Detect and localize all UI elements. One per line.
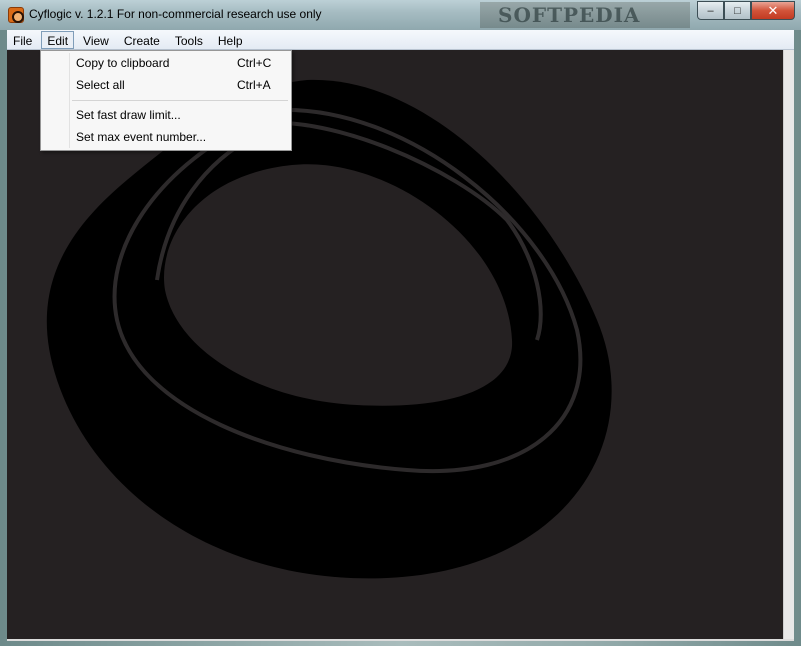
menu-item-copy-to-clipboard[interactable]: Copy to clipboard Ctrl+C — [43, 52, 289, 74]
softpedia-watermark: SOFTPEDIA — [480, 2, 690, 28]
menu-view[interactable]: View — [77, 31, 115, 49]
app-window: Cyflogic v. 1.2.1 For non-commercial res… — [0, 0, 801, 646]
menu-file[interactable]: File — [7, 31, 38, 49]
minimize-button[interactable]: – — [697, 1, 724, 20]
menu-item-shortcut: Ctrl+A — [237, 78, 271, 92]
menu-item-label: Set fast draw limit... — [76, 108, 181, 122]
maximize-button[interactable]: □ — [724, 1, 751, 20]
menu-item-label: Copy to clipboard — [76, 56, 170, 70]
menu-item-set-max-event-number[interactable]: Set max event number... — [43, 126, 289, 148]
close-button[interactable]: ✕ — [751, 1, 795, 20]
menu-tools[interactable]: Tools — [169, 31, 209, 49]
menu-separator — [72, 100, 288, 101]
menu-create[interactable]: Create — [118, 31, 166, 49]
window-title: Cyflogic v. 1.2.1 For non-commercial res… — [29, 7, 322, 21]
app-icon[interactable] — [8, 7, 24, 23]
title-bar[interactable]: Cyflogic v. 1.2.1 For non-commercial res… — [0, 0, 801, 30]
menu-help[interactable]: Help — [212, 31, 249, 49]
canvas-bottom-edge — [7, 639, 794, 641]
canvas-right-edge — [783, 50, 794, 639]
menu-bar: File Edit View Create Tools Help — [7, 30, 794, 50]
edit-dropdown-menu: Copy to clipboard Ctrl+C Select all Ctrl… — [40, 50, 292, 151]
menu-item-select-all[interactable]: Select all Ctrl+A — [43, 74, 289, 96]
menu-item-shortcut: Ctrl+C — [237, 56, 272, 70]
menu-item-label: Set max event number... — [76, 130, 207, 144]
menu-item-label: Select all — [76, 78, 125, 92]
menu-item-set-fast-draw-limit[interactable]: Set fast draw limit... — [43, 104, 289, 126]
menu-edit[interactable]: Edit — [41, 30, 75, 49]
window-controls: – □ ✕ — [697, 1, 795, 21]
